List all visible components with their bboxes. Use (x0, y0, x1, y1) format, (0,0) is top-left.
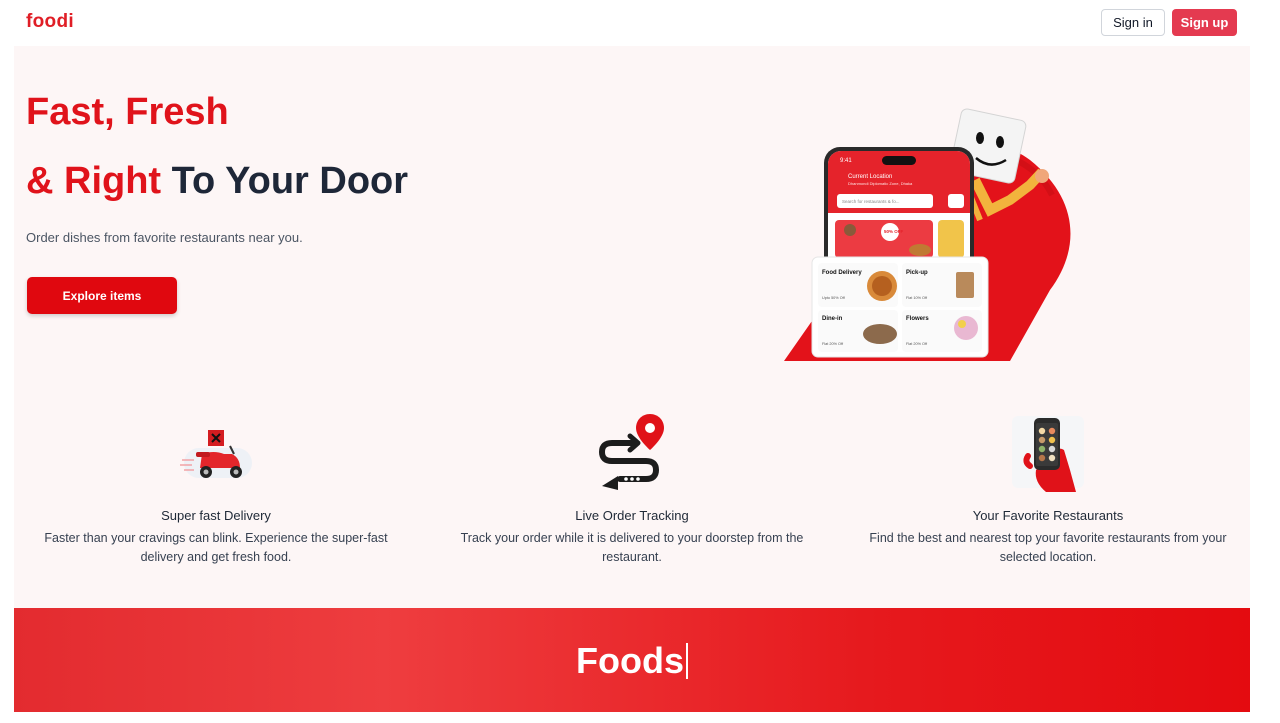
service-cards-panel: Food Delivery Pick-up Dine-in Flowers Up… (811, 256, 989, 358)
feature-description: Find the best and nearest top your favor… (869, 531, 1227, 564)
feature-super-fast-delivery: Super fast Delivery Faster than your cra… (26, 410, 406, 567)
top-navbar: foodi Sign in Sign up (0, 0, 1280, 46)
card-tag: Flat 20% Off (822, 342, 844, 346)
card-title: Food Delivery (822, 270, 862, 276)
feature-title: Your Favorite Restaurants (972, 508, 1124, 523)
foods-title-text: Foods (576, 640, 684, 681)
feature-title: Super fast Delivery (161, 508, 271, 523)
feature-description: Faster than your cravings can blink. Exp… (44, 531, 388, 564)
foods-section-banner: Foods (14, 608, 1250, 712)
phone-in-hand-icon (1012, 416, 1084, 492)
hero-phone-illustration: 9:41 Current Location Dhanmondi Diplomat… (784, 108, 1071, 361)
explore-items-button[interactable]: Explore items (27, 277, 177, 314)
card-tag: Flat 20% Off (906, 342, 928, 346)
foods-section-title: Foods (14, 640, 1250, 682)
typing-cursor (685, 643, 688, 679)
feature-description: Track your order while it is delivered t… (460, 531, 804, 564)
scooter-delivery-icon (180, 430, 252, 478)
phone-location-value: Dhanmondi Diplomatic Zone, Dhaka (848, 181, 913, 186)
hero-title-accent: & Right (26, 160, 162, 202)
card-title: Dine-in (822, 316, 843, 322)
foodi-logo[interactable]: foodi (26, 11, 74, 33)
card-title: Flowers (906, 316, 929, 322)
phone-search-placeholder: Search for restaurants & fo... (842, 199, 900, 204)
phone-time: 9:41 (840, 158, 852, 164)
feature-title: Live Order Tracking (575, 508, 689, 523)
sign-in-button[interactable]: Sign in (1101, 9, 1165, 36)
feature-favorite-restaurants: Your Favorite Restaurants Find the best … (858, 410, 1238, 567)
card-title: Pick-up (906, 270, 928, 276)
hero-title-line2: & Right To Your Door (26, 157, 408, 205)
feature-live-order-tracking: Live Order Tracking Track your order whi… (442, 410, 822, 567)
hero-subtitle: Order dishes from favorite restaurants n… (26, 230, 303, 245)
phone-promo-badge: 50% OFF (884, 229, 904, 234)
phone-location-label: Current Location (848, 174, 892, 180)
card-tag: Upto 50% Off (822, 296, 846, 300)
sign-up-button[interactable]: Sign up (1172, 9, 1237, 36)
route-tracking-icon (598, 414, 664, 490)
hero-title-line1: Fast, Fresh (26, 91, 229, 133)
hero-title-rest: To Your Door (161, 160, 409, 202)
card-tag: Flat 10% Off (906, 296, 928, 300)
